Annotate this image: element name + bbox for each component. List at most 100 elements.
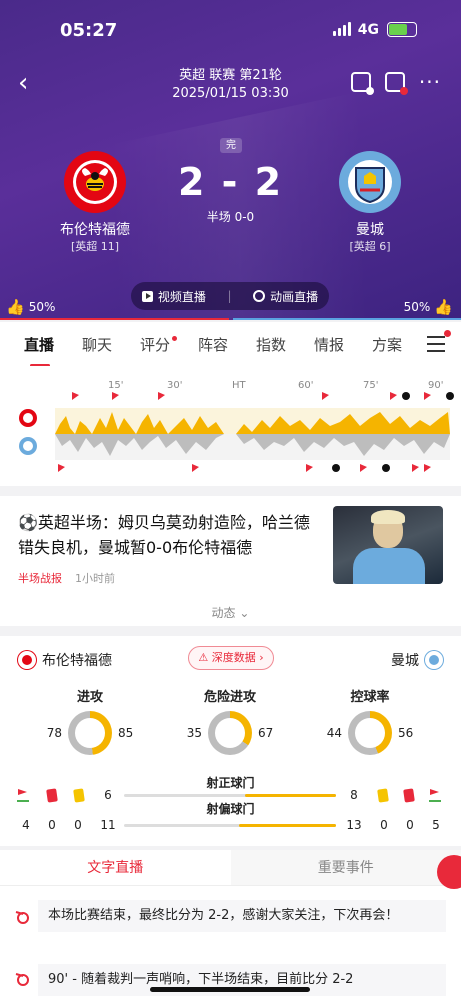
stat-attack-away: 85 — [118, 726, 134, 740]
shots-off-home: 11 — [100, 818, 116, 832]
stat-attack-home: 78 — [46, 726, 62, 740]
stat-possession-away: 56 — [398, 726, 414, 740]
whistle-icon — [15, 911, 29, 924]
thumb-up-icon: 👍 — [6, 298, 25, 316]
animation-icon — [253, 290, 266, 302]
timeline-chart: 15' 30' HT 60' 75' 90' — [19, 380, 454, 472]
menu-dot — [444, 330, 451, 337]
status-time: 05:27 — [60, 20, 118, 41]
home-mini-crest-icon — [18, 651, 36, 669]
shots-off-home-bar — [238, 824, 336, 827]
deep-data-button[interactable]: ⚠ 深度数据 › — [188, 646, 274, 670]
video-live-label: 视频直播 — [157, 289, 206, 304]
news-card[interactable]: ⚽英超半场：姆贝乌莫劲射造险，哈兰德错失良机，曼城暂0-0布伦特福德 半场战报 … — [0, 496, 461, 626]
away-team-rank: [英超 6] — [349, 240, 391, 253]
away-vote[interactable]: 50% 👍 — [404, 298, 453, 316]
stat-danger-title: 危险进攻 — [203, 690, 256, 705]
away-events — [58, 464, 431, 472]
home-goal-icon — [402, 392, 410, 400]
stat-possession-title: 控球率 — [350, 690, 390, 705]
menu-icon[interactable] — [427, 336, 445, 357]
network-label: 4G — [357, 22, 379, 38]
away-vote-value: 50% — [403, 300, 431, 314]
home-vote-bar — [0, 318, 229, 320]
live-button-group: 视频直播 | 动画直播 — [131, 282, 329, 310]
play-icon — [141, 290, 153, 302]
tick-30: 30' — [167, 380, 182, 391]
stat-danger-attack: 危险进攻 35 67 — [170, 686, 290, 755]
tab-odds[interactable]: 指数 — [256, 334, 314, 355]
news-time: 1小时前 — [75, 572, 115, 585]
stats-panel: 布伦特福德 ⚠ 深度数据 › 曼城 进攻 78 85 危险进攻 35 67 控球率 … — [0, 636, 461, 846]
home-vote-value: 50% — [28, 300, 56, 314]
tab-live[interactable]: 直播 — [24, 334, 82, 367]
stat-possession-ring — [348, 711, 392, 755]
home-goal-icon-2 — [446, 392, 454, 400]
live-item: 本场比赛结束，最终比分为 2-2，感谢大家关注，下次再会！ — [38, 900, 446, 932]
shots-off-bar — [124, 824, 336, 827]
away-yellow-cards: 0 — [380, 818, 388, 832]
tick-75: 75' — [363, 380, 378, 391]
shots-off-row: 4 0 0 11 13 0 0 5 — [0, 818, 461, 834]
stats-home-team: 布伦特福德 — [18, 650, 112, 670]
more-icon[interactable]: ··· — [419, 70, 441, 94]
stats-away-name: 曼城 — [391, 653, 419, 669]
animation-live-button[interactable]: 动画直播 — [253, 288, 318, 305]
signal-icon — [333, 22, 351, 36]
shots-on-bar — [124, 794, 336, 797]
home-events — [72, 392, 431, 400]
tick-60: 60' — [298, 380, 313, 391]
news-title[interactable]: ⚽英超半场：姆贝乌莫劲射造险，哈兰德错失良机，曼城暂0-0布伦特福德 — [18, 510, 318, 560]
home-team-rank: [英超 11] — [70, 240, 120, 253]
stat-possession-home: 44 — [326, 726, 342, 740]
halftime-score: 半场 0-0 — [206, 210, 255, 224]
score: 2 - 2 — [177, 160, 284, 204]
tab-key-events[interactable]: 重要事件 — [230, 850, 461, 885]
home-yellow-cards: 0 — [74, 818, 82, 832]
match-state-badge: 完 — [220, 138, 242, 153]
tab-lineup[interactable]: 阵容 — [198, 334, 256, 355]
video-live-button[interactable]: 视频直播 — [141, 288, 206, 305]
animation-live-label: 动画直播 — [270, 289, 319, 304]
stat-attack: 进攻 78 85 — [30, 686, 150, 755]
news-image[interactable] — [333, 506, 443, 584]
stat-danger-home: 35 — [186, 726, 202, 740]
tab-rating[interactable]: 评分 — [140, 334, 198, 355]
stat-danger-ring — [208, 711, 252, 755]
away-goal-icon — [332, 464, 340, 472]
stat-attack-title: 进攻 — [76, 690, 103, 705]
tab-text-live[interactable]: 文字直播 — [0, 850, 231, 885]
deep-data-label: 深度数据 — [211, 651, 256, 664]
match-timeline: 15' 30' HT 60' 75' 90' — [0, 366, 461, 486]
away-vote-bar — [233, 318, 461, 320]
stat-danger-away: 67 — [258, 726, 274, 740]
news-tag: 半场战报 — [18, 572, 62, 585]
away-red-cards: 0 — [406, 818, 414, 832]
record-icon[interactable] — [384, 72, 408, 95]
tab-intel[interactable]: 情报 — [314, 334, 372, 355]
shots-off-label: 射偏球门 — [206, 802, 255, 816]
home-indicator — [150, 987, 310, 992]
stats-home-name: 布伦特福德 — [42, 653, 112, 669]
live-text-panel: 文字直播 重要事件 本场比赛结束，最终比分为 2-2，感谢大家关注，下次再会！ … — [0, 850, 461, 1000]
thumb-up-icon: 👍 — [434, 298, 453, 316]
stats-away-team: 曼城 — [391, 650, 443, 670]
news-more-label: 动态 — [211, 606, 236, 620]
news-more-link[interactable]: 动态 ⌄ — [0, 604, 461, 621]
warning-icon: ⚠ — [198, 651, 209, 664]
home-vote[interactable]: 👍 50% — [6, 298, 55, 316]
home-corners: 4 — [22, 818, 30, 832]
tab-chat[interactable]: 聊天 — [82, 334, 140, 355]
tab-plan[interactable]: 方案 — [372, 334, 430, 355]
screen-icon[interactable] — [350, 72, 374, 95]
tick-15: 15' — [108, 380, 123, 391]
match-header: 05:27 4G ‹ 英超 联赛 第21轮 2025/01/15 03:30 ·… — [0, 0, 461, 320]
away-mini-crest-icon — [425, 651, 443, 669]
away-corners: 5 — [432, 818, 440, 832]
stat-attack-ring — [68, 711, 112, 755]
shots-off-away: 13 — [346, 818, 362, 832]
whistle-icon — [15, 973, 29, 986]
stat-possession: 控球率 44 56 — [310, 686, 430, 755]
live-tabs: 文字直播 重要事件 — [0, 850, 461, 886]
tab-bar: 直播 聊天 评分 阵容 指数 情报 方案 — [0, 322, 461, 367]
